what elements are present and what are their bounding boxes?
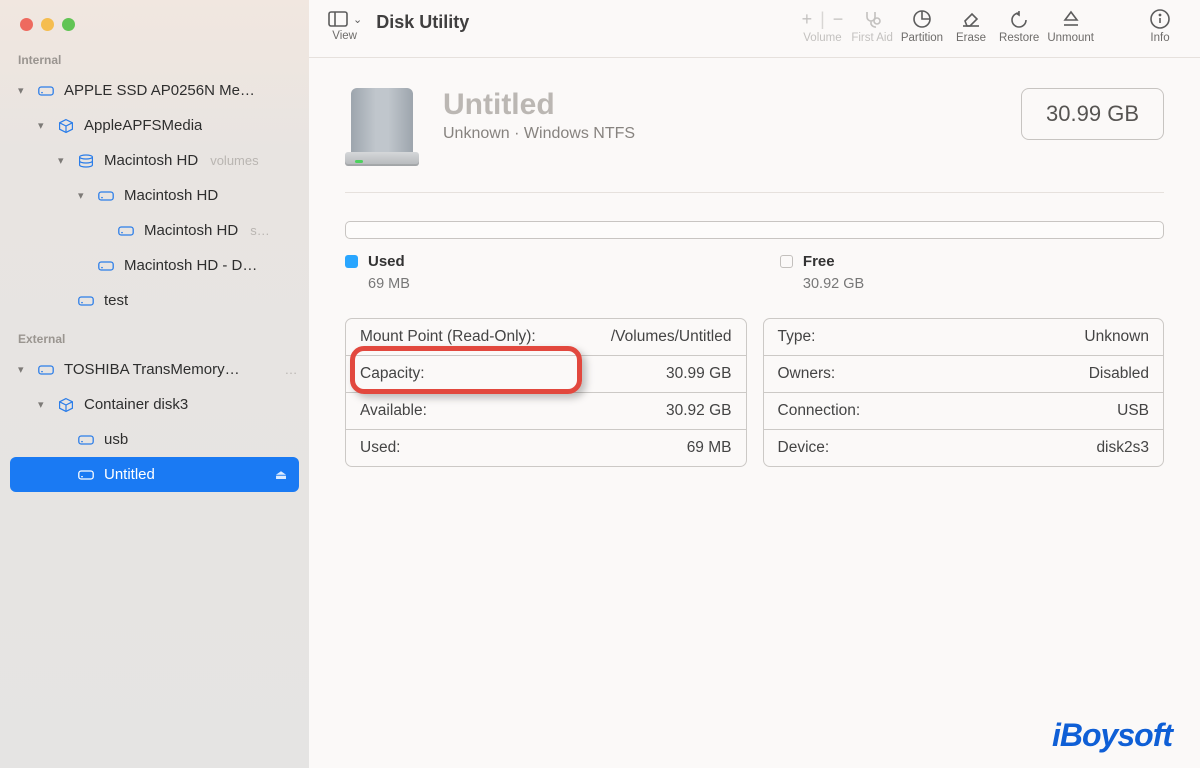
chevron-down-icon[interactable]: [18, 84, 28, 97]
sidebar-item-label: Macintosh HD - D…: [124, 257, 257, 274]
sidebar-item-label: Untitled: [104, 466, 155, 483]
close-icon[interactable]: [20, 18, 33, 31]
sidebar-heading-internal: Internal: [0, 49, 309, 73]
hdd-icon: [76, 432, 96, 448]
info-row: Type:Unknown: [764, 319, 1164, 356]
window-title: Disk Utility: [376, 12, 469, 33]
sidebar-item-label: Macintosh HD: [104, 152, 198, 169]
used-label: Used: [368, 253, 405, 270]
hdd-icon: [116, 223, 136, 239]
sidebar-item[interactable]: Macintosh HD: [0, 178, 309, 213]
info-row: Used:69 MB: [346, 430, 746, 466]
sidebar-item[interactable]: test: [0, 283, 309, 318]
info-table-right: Type:UnknownOwners:DisabledConnection:US…: [763, 318, 1165, 467]
hdd-icon: [76, 467, 96, 483]
info-button[interactable]: Info: [1140, 8, 1180, 44]
sidebar-tree-external: TOSHIBA TransMemory… … Container disk3 usb U…: [0, 352, 309, 492]
hdd-icon: [96, 258, 116, 274]
hdd-icon: [36, 83, 56, 99]
chevron-down-icon[interactable]: [58, 154, 68, 167]
free-label: Free: [803, 253, 835, 270]
used-value: 69 MB: [368, 276, 410, 292]
sidebar-item-label: APPLE SSD AP0256N Me…: [64, 82, 255, 99]
view-button[interactable]: ⌄ View: [327, 8, 362, 42]
zoom-icon[interactable]: [62, 18, 75, 31]
sidebar-item-label: Container disk3: [84, 396, 188, 413]
sidebar-item[interactable]: Container disk3: [0, 387, 309, 422]
brand-watermark: iBoysoft: [1052, 717, 1172, 754]
sidebar-heading-external: External: [0, 328, 309, 352]
info-row: Mount Point (Read-Only):/Volumes/Untitle…: [346, 319, 746, 356]
sidebar-item[interactable]: Macintosh HD - D…: [0, 248, 309, 283]
window-controls: [0, 8, 309, 49]
sidebar-item[interactable]: usb: [0, 422, 309, 457]
sidebar-item-label: AppleAPFSMedia: [84, 117, 202, 134]
info-row: Available:30.92 GB: [346, 393, 746, 430]
main-pane: ⌄ View Disk Utility +|− Volume First Aid…: [309, 0, 1200, 768]
volume-name: Untitled: [443, 88, 635, 122]
sidebar-item[interactable]: Macintosh HDvolumes: [0, 143, 309, 178]
chevron-down-icon[interactable]: [18, 363, 28, 376]
volume-meta: Unknown · Windows NTFS: [443, 125, 635, 143]
hdd-icon: [96, 188, 116, 204]
toolbar: ⌄ View Disk Utility +|− Volume First Aid…: [309, 0, 1200, 58]
used-swatch-icon: [345, 255, 358, 268]
sidebar-item[interactable]: APPLE SSD AP0256N Me…: [0, 73, 309, 108]
info-table-left: Mount Point (Read-Only):/Volumes/Untitle…: [345, 318, 747, 467]
minimize-icon[interactable]: [41, 18, 54, 31]
volume-icon: [345, 88, 419, 166]
cube-icon: [56, 397, 76, 413]
cube-icon: [56, 118, 76, 134]
info-row: Connection:USB: [764, 393, 1164, 430]
sidebar-item[interactable]: Macintosh HDs…: [0, 213, 309, 248]
usage-bar: [345, 221, 1164, 239]
sidebar-item[interactable]: Untitled ⏏: [10, 457, 299, 492]
erase-button[interactable]: Erase: [951, 8, 991, 44]
volume-button: +|− Volume: [802, 8, 844, 44]
sidebar-tree-internal: APPLE SSD AP0256N Me… AppleAPFSMedia Macin…: [0, 73, 309, 318]
hdd-icon: [36, 362, 56, 378]
sidebar: Internal APPLE SSD AP0256N Me… AppleAPFSM…: [0, 0, 309, 768]
info-row: Device:disk2s3: [764, 430, 1164, 466]
eject-icon[interactable]: ⏏: [273, 467, 289, 483]
chevron-down-icon[interactable]: [78, 189, 88, 202]
sidebar-item-label: TOSHIBA TransMemory…: [64, 361, 240, 378]
sidebar-item[interactable]: TOSHIBA TransMemory… …: [0, 352, 309, 387]
volume-detail: Untitled Unknown · Windows NTFS 30.99 GB…: [309, 58, 1200, 768]
sidebar-item-label: test: [104, 292, 128, 309]
partition-button[interactable]: Partition: [901, 8, 943, 44]
free-swatch-icon: [780, 255, 793, 268]
info-row: Owners:Disabled: [764, 356, 1164, 393]
stack-icon: [76, 153, 96, 169]
capacity-badge: 30.99 GB: [1021, 88, 1164, 140]
free-value: 30.92 GB: [803, 276, 864, 292]
info-row: Capacity:30.99 GB: [346, 356, 746, 393]
chevron-down-icon[interactable]: [38, 119, 48, 132]
unmount-button[interactable]: Unmount: [1047, 8, 1094, 44]
sidebar-item-label: Macintosh HD: [144, 222, 238, 239]
hdd-icon: [76, 293, 96, 309]
eject-icon[interactable]: …: [283, 362, 299, 377]
chevron-down-icon[interactable]: [38, 398, 48, 411]
restore-button[interactable]: Restore: [999, 8, 1039, 44]
sidebar-item-label: usb: [104, 431, 128, 448]
firstaid-button: First Aid: [851, 8, 893, 44]
sidebar-item[interactable]: AppleAPFSMedia: [0, 108, 309, 143]
sidebar-item-label: Macintosh HD: [124, 187, 218, 204]
